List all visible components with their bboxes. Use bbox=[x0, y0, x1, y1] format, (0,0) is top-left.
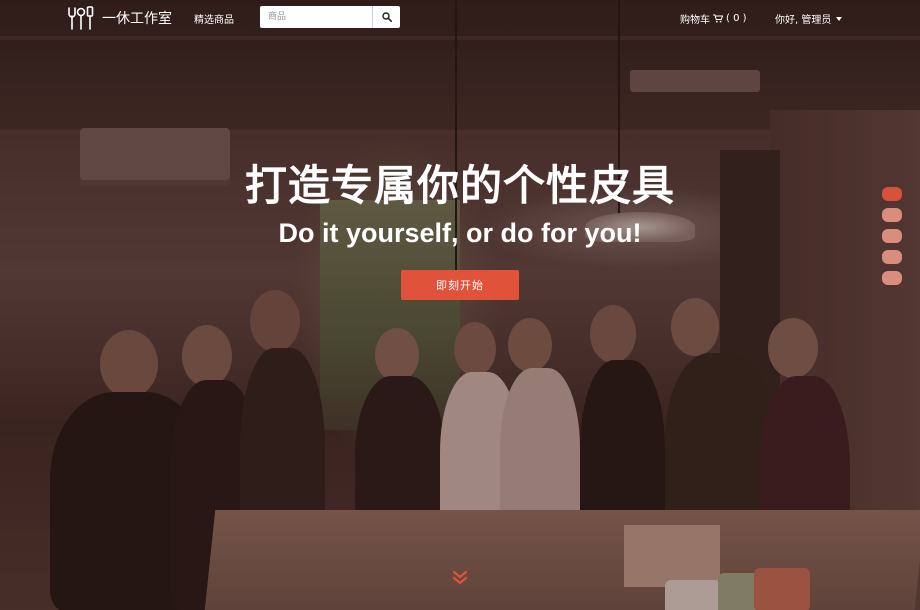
carousel-dot[interactable] bbox=[882, 208, 902, 222]
search-box bbox=[260, 6, 400, 28]
brand-name: 一休工作室 bbox=[102, 11, 172, 27]
search-button[interactable] bbox=[372, 6, 400, 28]
brand-link[interactable]: 一休工作室 bbox=[68, 6, 172, 30]
cart-count: ( 0 ) bbox=[726, 13, 747, 24]
user-greeting: 你好, 管理员 bbox=[775, 15, 832, 26]
tools-logo-icon bbox=[68, 6, 94, 30]
hero-headline: 打造专属你的个性皮具 bbox=[244, 161, 675, 210]
search-icon bbox=[381, 12, 392, 22]
nav-featured-products[interactable]: 精选商品 bbox=[194, 11, 234, 26]
cart-icon bbox=[713, 14, 723, 23]
user-menu-toggle[interactable]: 你好, 管理员 bbox=[775, 11, 843, 26]
navbar: 一休工作室 精选商品 购物车 ( 0 ) 你好, 管理员 bbox=[0, 0, 920, 36]
hero-subheadline: Do it yourself, or do for you! bbox=[278, 218, 642, 248]
search-input[interactable] bbox=[260, 6, 372, 28]
get-started-button[interactable]: 即刻开始 bbox=[401, 270, 519, 300]
carousel-dot[interactable] bbox=[882, 250, 902, 264]
cart-link[interactable]: 购物车 ( 0 ) bbox=[680, 11, 747, 26]
carousel-indicators bbox=[882, 187, 902, 285]
carousel-dot[interactable] bbox=[882, 187, 902, 201]
double-chevron-down-icon[interactable] bbox=[452, 570, 468, 586]
hero-overlay bbox=[0, 0, 920, 610]
cart-label: 购物车 bbox=[680, 15, 710, 26]
carousel-dot[interactable] bbox=[882, 271, 902, 285]
caret-down-icon bbox=[836, 16, 843, 21]
hero-background bbox=[0, 0, 920, 610]
carousel-dot[interactable] bbox=[882, 229, 902, 243]
